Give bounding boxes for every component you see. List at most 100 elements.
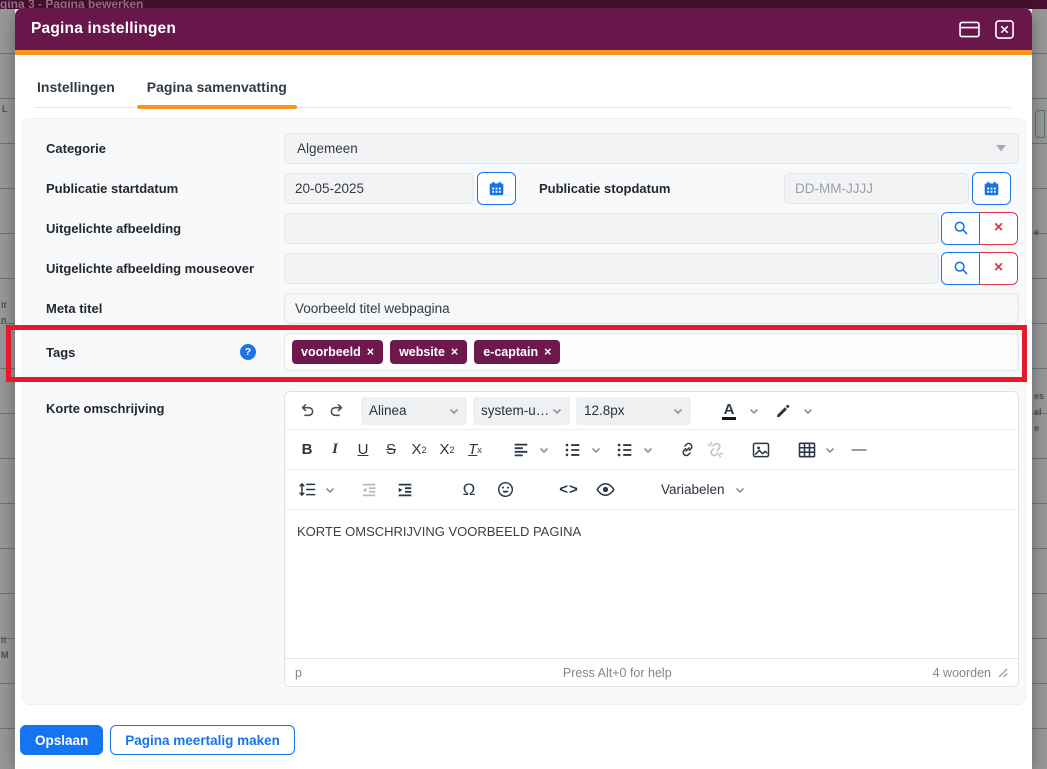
accent-bar [15, 50, 1032, 55]
featured-image-mouseover-input[interactable] [284, 253, 939, 284]
calendar-icon [983, 180, 1000, 197]
chevron-down-icon [449, 407, 459, 415]
font-size-dropdown[interactable]: 12.8px [576, 397, 691, 425]
editor-toolbar-row-2: B I U S X2 X2 Tx [285, 430, 1018, 470]
strikethrough-icon[interactable]: S [379, 438, 403, 462]
block-format-dropdown[interactable]: Alinea [361, 397, 467, 425]
meta-title-input[interactable] [284, 293, 1019, 324]
subscript-icon[interactable]: X2 [407, 438, 431, 462]
search-icon [953, 220, 969, 236]
bullet-list-icon[interactable] [613, 438, 637, 462]
clear-formatting-icon[interactable]: Tx [463, 438, 487, 462]
tag-pill: website × [390, 340, 467, 364]
row-meta-title: Meta titel [23, 288, 1025, 328]
categorie-label: Categorie [46, 141, 284, 156]
editor-toolbar-row-1: Alinea system-ui,-ap... 12.8px [285, 392, 1018, 430]
chevron-down-icon[interactable] [539, 446, 549, 454]
featured-image-input[interactable] [284, 213, 939, 244]
chevron-down-icon[interactable] [825, 446, 835, 454]
row-categorie: Categorie Algemeen [23, 128, 1025, 168]
editor-content-area[interactable]: KORTE OMSCHRIJVING VOORBEELD PAGINA [285, 510, 1018, 658]
editor-toolbar-row-3: Ω <> Variabelen [285, 470, 1018, 510]
block-format-value: Alinea [369, 403, 407, 418]
featured-image-mouseover-search-button[interactable] [941, 252, 980, 285]
bold-icon[interactable]: B [295, 438, 319, 462]
row-featured-image-mouseover: Uitgelichte afbeelding mouseover × [23, 248, 1025, 288]
horizontal-rule-icon[interactable]: — [847, 438, 871, 462]
tags-input-field[interactable]: voorbeeld × website × e-captain × [284, 333, 1019, 371]
featured-image-mouseover-clear-button[interactable]: × [979, 252, 1018, 285]
stop-date-label: Publicatie stopdatum [539, 181, 784, 196]
search-icon [953, 260, 969, 276]
tag-remove-icon[interactable]: × [367, 345, 374, 359]
categorie-select[interactable]: Algemeen [284, 133, 1019, 164]
stop-date-calendar-button[interactable] [972, 172, 1011, 205]
outdent-icon[interactable] [357, 478, 381, 502]
word-count[interactable]: 4 woorden [933, 666, 991, 680]
tag-remove-icon[interactable]: × [544, 345, 551, 359]
superscript-icon[interactable]: X2 [435, 438, 459, 462]
align-left-icon[interactable] [509, 438, 533, 462]
tab-instellingen[interactable]: Instellingen [35, 75, 117, 107]
tag-remove-icon[interactable]: × [451, 345, 458, 359]
unlink-icon[interactable] [703, 438, 727, 462]
italic-icon[interactable]: I [323, 438, 347, 462]
start-date-calendar-button[interactable] [477, 172, 516, 205]
tag-pill: voorbeeld × [292, 340, 383, 364]
special-character-icon[interactable]: Ω [457, 478, 481, 502]
table-icon[interactable] [795, 438, 819, 462]
background-color-pen-icon[interactable] [771, 399, 795, 423]
save-button[interactable]: Opslaan [20, 725, 103, 755]
row-featured-image: Uitgelichte afbeelding × [23, 208, 1025, 248]
chevron-down-icon[interactable] [643, 446, 653, 454]
window-restore-icon[interactable] [959, 21, 980, 38]
preview-eye-icon[interactable] [593, 478, 617, 502]
chevron-down-icon[interactable] [591, 446, 601, 454]
variables-dropdown[interactable]: Variabelen [657, 478, 729, 502]
image-icon[interactable] [749, 438, 773, 462]
row-publicatie-datum: Publicatie startdatum Publicatie stopdat… [23, 168, 1025, 208]
redo-icon[interactable] [325, 399, 349, 423]
emoji-icon[interactable] [493, 478, 517, 502]
resize-handle-icon[interactable] [997, 667, 1008, 678]
start-date-input[interactable] [284, 173, 474, 204]
tag-label: e-captain [483, 345, 538, 359]
clear-x-icon: × [994, 219, 1003, 237]
featured-image-search-button[interactable] [941, 212, 980, 245]
calendar-icon [488, 180, 505, 197]
tags-label-wrap: Tags ? [46, 344, 284, 360]
text-color-icon[interactable]: A [717, 399, 741, 423]
make-page-multilingual-button[interactable]: Pagina meertalig maken [110, 725, 295, 755]
ordered-list-icon[interactable] [561, 438, 585, 462]
chevron-down-icon[interactable] [803, 407, 813, 415]
description-label: Korte omschrijving [46, 391, 284, 416]
close-icon[interactable] [995, 20, 1014, 39]
underline-icon[interactable]: U [351, 438, 375, 462]
tab-bar: Instellingen Pagina samenvatting [35, 75, 1012, 108]
help-icon[interactable]: ? [240, 344, 256, 360]
modal-footer: Opslaan Pagina meertalig maken [20, 725, 295, 755]
line-height-icon[interactable] [295, 478, 319, 502]
featured-image-clear-button[interactable]: × [979, 212, 1018, 245]
undo-icon[interactable] [295, 399, 319, 423]
indent-icon[interactable] [393, 478, 417, 502]
tag-pill: e-captain × [474, 340, 560, 364]
modal-header: Pagina instellingen [15, 8, 1032, 50]
row-tags: Tags ? voorbeeld × website × e-captain [23, 328, 1025, 376]
font-size-value: 12.8px [584, 403, 625, 418]
link-icon[interactable] [675, 438, 699, 462]
chevron-down-icon [673, 407, 683, 415]
stop-date-input[interactable] [784, 173, 969, 204]
source-code-icon[interactable]: <> [557, 478, 581, 502]
font-family-dropdown[interactable]: system-ui,-ap... [473, 397, 570, 425]
tab-pagina-samenvatting[interactable]: Pagina samenvatting [145, 75, 289, 107]
featured-image-label: Uitgelichte afbeelding [46, 221, 284, 236]
chevron-down-icon[interactable] [735, 486, 745, 494]
element-path[interactable]: p [295, 666, 302, 680]
editor-status-bar: p Press Alt+0 for help 4 woorden [285, 658, 1018, 686]
settings-form-panel: Categorie Algemeen Publicatie startdatum… [22, 118, 1026, 705]
chevron-down-icon[interactable] [325, 486, 335, 494]
background-left-strip: L it n it M [0, 9, 15, 769]
chevron-down-icon[interactable] [749, 407, 759, 415]
clear-x-icon: × [994, 259, 1003, 277]
